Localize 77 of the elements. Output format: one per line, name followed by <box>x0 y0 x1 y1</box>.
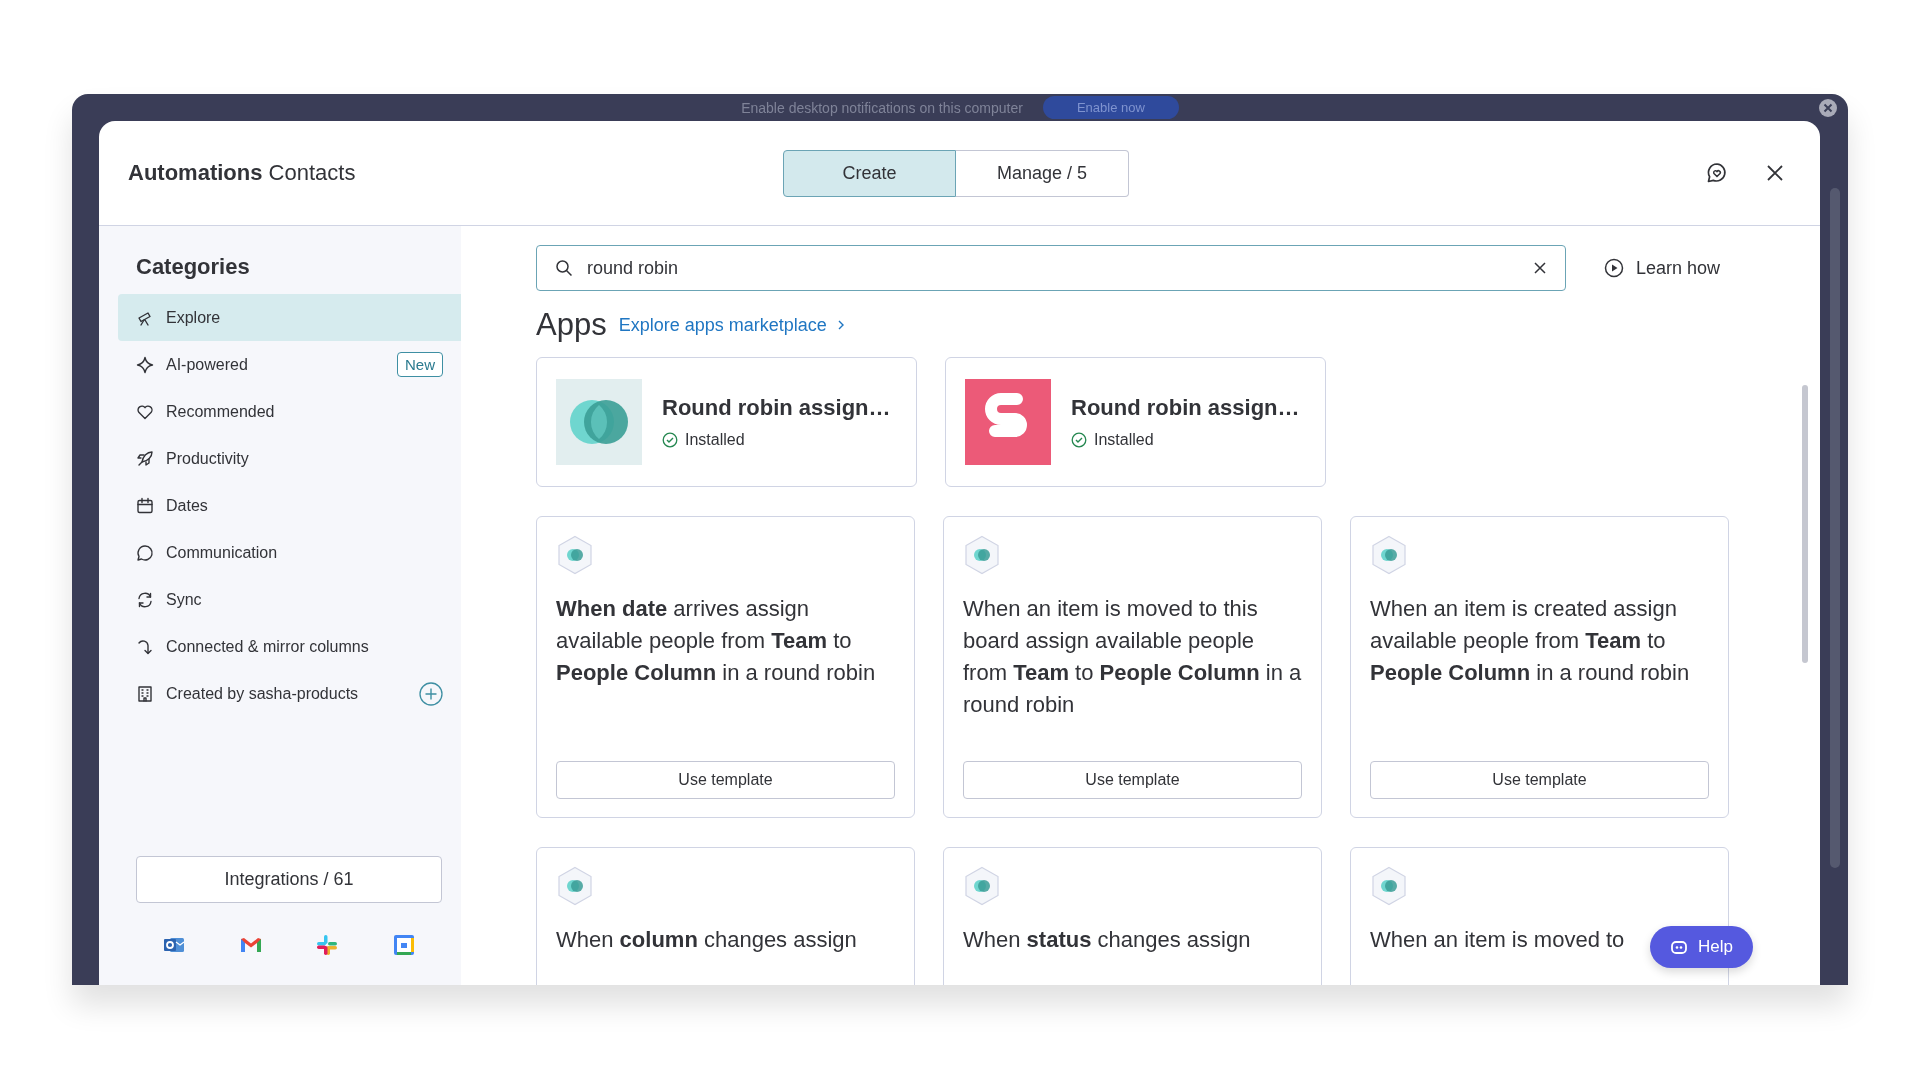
hexagon-logo-icon <box>963 866 1001 906</box>
category-label: Dates <box>166 496 209 515</box>
building-icon <box>136 684 154 703</box>
chevron-right-icon[interactable] <box>836 319 845 331</box>
hexagon-logo-icon <box>963 535 1001 575</box>
template-description: When status changes assign <box>963 926 1251 954</box>
sidebar-item[interactable]: AI-powered New <box>118 341 461 388</box>
sidebar-item[interactable]: Explore <box>118 294 461 341</box>
category-label: Connected & mirror columns <box>166 637 370 656</box>
dialog-title: Automations Contacts <box>128 160 357 186</box>
play-icon <box>1604 258 1624 278</box>
section-heading: Apps <box>536 307 607 343</box>
learn-how-label: Learn how <box>1636 257 1721 279</box>
close-icon[interactable] <box>1766 164 1784 182</box>
category-label: Productivity <box>166 449 250 468</box>
use-template-button[interactable]: Use template <box>963 761 1302 799</box>
sidebar-item[interactable]: Dates <box>118 482 461 529</box>
sparkle-icon <box>136 355 154 374</box>
clear-icon[interactable] <box>1533 261 1547 275</box>
feedback-icon[interactable] <box>1706 162 1728 184</box>
heart-icon <box>136 402 154 421</box>
category-label: AI-powered <box>166 355 249 374</box>
sidebar-item[interactable]: Connected & mirror columns <box>118 623 461 670</box>
category-label: Created by sasha-products <box>166 684 360 703</box>
tab[interactable]: Manage / 5 <box>956 149 1129 197</box>
app-name: Round robin assign… <box>1071 395 1300 421</box>
template-description: When date arrives assign available people from Team to People Column in a round robin <box>556 595 877 687</box>
template-description: When an item is created assign available people from Team to People Column in a round robin <box>1370 595 1691 687</box>
learn-how-button[interactable]: Learn how <box>1604 257 1721 279</box>
sidebar-item[interactable]: Communication <box>118 529 461 576</box>
hexagon-logo-icon <box>556 866 594 906</box>
hexagon-logo-icon <box>556 535 594 575</box>
search-field[interactable]: round robin <box>536 245 1566 291</box>
use-template-button[interactable]: Use template <box>556 761 895 799</box>
category-label: Communication <box>166 543 279 562</box>
chat-bubble-icon <box>136 543 154 562</box>
template-description: When column changes assign <box>556 926 857 954</box>
hash-app-icon[interactable] <box>315 933 340 957</box>
curved-arrow-icon <box>136 637 154 656</box>
search-input[interactable]: round robin <box>585 256 1521 280</box>
template-description: When an item is moved to this board assign available people from Team to People Column in a round robin <box>963 595 1302 719</box>
sidebar-item[interactable]: Recommended <box>118 388 461 435</box>
app-name: Round robin assign… <box>662 395 891 421</box>
search-icon <box>555 259 573 277</box>
marketplace-link[interactable]: Explore apps marketplace <box>618 314 827 336</box>
app-card[interactable]: Round robin assign… Installed <box>536 357 917 487</box>
category-label: Recommended <box>166 402 276 421</box>
check-circle-icon <box>1071 432 1087 448</box>
app-card[interactable]: Round robin assign… Installed <box>945 357 1326 487</box>
scrollbar[interactable] <box>1830 188 1840 868</box>
calendar-icon <box>136 496 154 515</box>
add-icon[interactable] <box>419 681 443 706</box>
app-logo-icon <box>965 379 1051 465</box>
hexagon-logo-icon <box>1370 866 1408 906</box>
hexagon-logo-icon <box>1370 535 1408 575</box>
scrollbar[interactable] <box>1802 385 1808 663</box>
sync-icon <box>136 590 154 609</box>
sidebar-item[interactable]: Sync <box>118 576 461 623</box>
template-description: When an item is moved to <box>1370 926 1625 954</box>
installed-status: Installed <box>1094 431 1154 449</box>
check-circle-icon <box>662 432 678 448</box>
app-logo-icon <box>556 379 642 465</box>
sidebar-item[interactable]: Created by sasha-products <box>118 670 461 717</box>
sidebar-heading: Categories <box>136 254 251 280</box>
integrations-button[interactable]: Integrations / 61 <box>136 856 442 903</box>
notification-text: Enable desktop notifications on this computer <box>741 99 1023 116</box>
rocket-icon <box>136 449 154 468</box>
category-label: Sync <box>166 590 203 609</box>
use-template-button[interactable]: Use template <box>1370 761 1709 799</box>
help-button[interactable]: Help <box>1650 926 1753 968</box>
tab[interactable]: Create <box>783 149 956 197</box>
calendar-app-icon[interactable] <box>391 933 416 957</box>
sidebar-item[interactable]: Productivity <box>118 435 461 482</box>
category-label: Explore <box>166 308 222 327</box>
installed-status: Installed <box>685 431 745 449</box>
new-tag: New <box>397 352 443 377</box>
robot-icon <box>1670 939 1689 955</box>
